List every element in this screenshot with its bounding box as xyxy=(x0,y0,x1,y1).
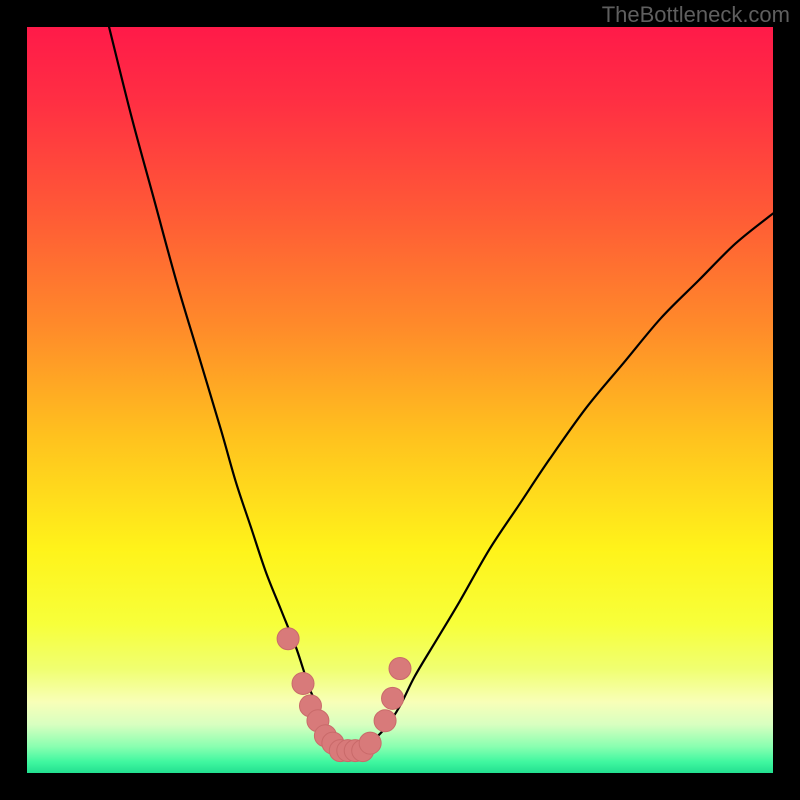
plot-area xyxy=(27,27,773,773)
marker-point xyxy=(374,710,396,732)
marker-point xyxy=(359,732,381,754)
marker-point xyxy=(277,628,299,650)
marker-point xyxy=(382,687,404,709)
bottleneck-chart xyxy=(27,27,773,773)
marker-point xyxy=(389,658,411,680)
watermark-text: TheBottleneck.com xyxy=(602,2,790,28)
marker-point xyxy=(292,672,314,694)
outer-frame: TheBottleneck.com xyxy=(0,0,800,800)
